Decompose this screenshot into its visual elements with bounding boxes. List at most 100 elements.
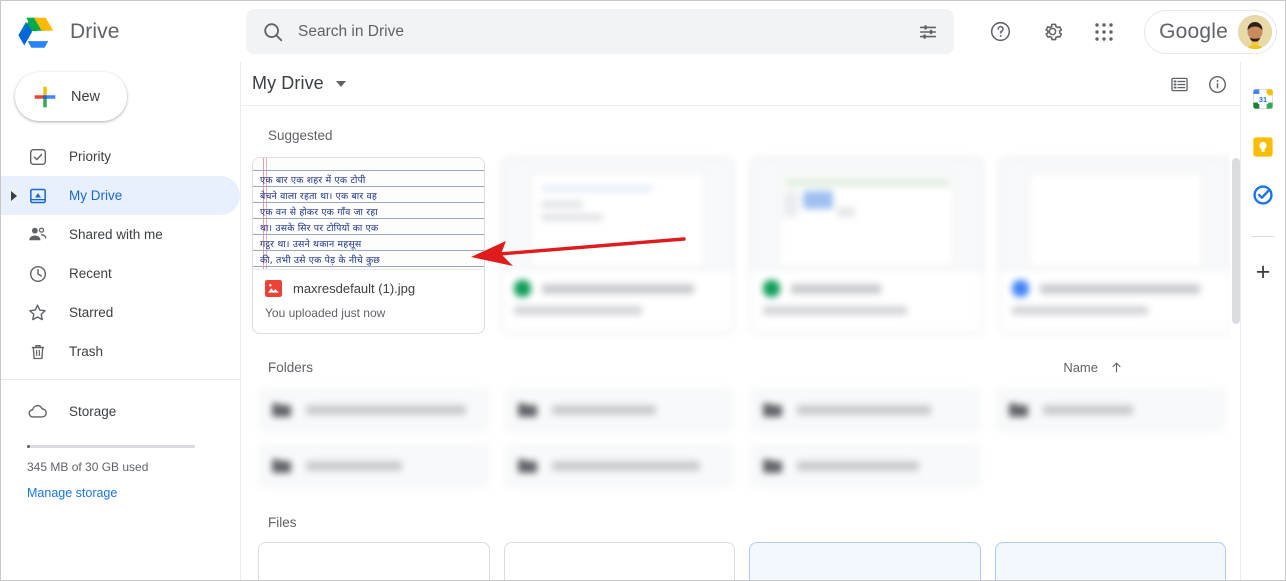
folder-item[interactable]	[994, 387, 1226, 433]
expand-my-drive-caret-icon[interactable]	[11, 190, 17, 201]
sidebar-item-recent[interactable]: Recent	[1, 254, 240, 293]
google-calendar-icon[interactable]: 31	[1252, 88, 1274, 110]
suggested-card[interactable]	[750, 157, 983, 334]
file-card[interactable]	[994, 542, 1226, 580]
clock-icon	[27, 263, 48, 284]
handwritten-line: गट्ठर था। उसने थकान महसूस	[260, 239, 362, 250]
suggested-card[interactable]	[999, 157, 1232, 334]
notebook-rule	[253, 170, 484, 171]
folders-header: Folders Name	[268, 360, 1216, 375]
sidebar-item-shared-with-me[interactable]: Shared with me	[1, 215, 240, 254]
handwritten-line: एक वन से होकर एक गाँव जा रहा	[260, 207, 378, 218]
notebook-rule	[253, 266, 484, 267]
spreadsheet-preview	[779, 172, 954, 268]
google-apps-button[interactable]	[1084, 12, 1124, 52]
sidebar-divider	[1, 379, 241, 380]
account-chip[interactable]: Google	[1144, 9, 1277, 54]
card-meta	[1000, 270, 1231, 315]
folders-section-title: Folders	[268, 360, 314, 375]
card-subtitle: You uploaded just now	[265, 306, 386, 320]
notebook-rule	[253, 218, 484, 219]
google-keep-icon[interactable]	[1252, 136, 1274, 158]
notebook-rule	[253, 250, 484, 251]
folder-icon	[763, 459, 782, 473]
card-meta	[502, 270, 733, 315]
storage-progress-bar	[27, 445, 195, 448]
sidebar-item-my-drive[interactable]: My Drive	[1, 176, 240, 215]
card-file-name: maxresdefault (1).jpg	[293, 281, 416, 296]
new-button[interactable]: New	[15, 72, 127, 121]
file-card[interactable]	[749, 542, 981, 580]
account-avatar-icon	[1238, 14, 1272, 49]
folder-grid-spacer	[995, 443, 1227, 489]
folder-item[interactable]	[749, 443, 981, 489]
folder-item[interactable]	[503, 443, 735, 489]
add-app-button[interactable]: +	[1252, 259, 1274, 284]
sheets-file-icon	[763, 280, 780, 297]
folder-item[interactable]	[749, 387, 981, 433]
sidebar-item-label: Trash	[69, 344, 104, 359]
rail-divider	[1252, 236, 1274, 237]
card-thumbnail: एक बार एक शहर में एक टोपी बेचने वाला रहत…	[253, 158, 484, 270]
google-drive-window: Drive Search in Drive Google New Priorit…	[0, 0, 1286, 581]
notebook-rule	[253, 234, 484, 235]
avatar[interactable]	[1238, 14, 1272, 49]
suggested-card[interactable]	[501, 157, 734, 334]
gear-icon	[1044, 23, 1062, 41]
app-title: Drive	[70, 19, 120, 43]
breadcrumb[interactable]: My Drive	[252, 73, 324, 94]
scrollbar-thumb[interactable]	[1232, 158, 1240, 324]
handwritten-line: था। उसके सिर पर टोपियों का एक	[260, 223, 379, 234]
help-button[interactable]	[980, 12, 1020, 52]
settings-button[interactable]	[1032, 12, 1072, 52]
search-options-button[interactable]	[906, 10, 950, 54]
sidebar-item-label: Shared with me	[69, 227, 163, 242]
google-tasks-icon[interactable]	[1252, 184, 1274, 206]
card-file-name	[1040, 283, 1200, 294]
storage-used-text: 345 MB of 30 GB used	[27, 460, 149, 474]
drive-brand[interactable]: Drive	[18, 14, 218, 50]
chevron-down-icon[interactable]	[335, 80, 346, 87]
sidebar-item-label: Priority	[69, 149, 112, 164]
folder-item[interactable]	[258, 443, 490, 489]
folder-item[interactable]	[258, 387, 490, 433]
folder-name	[797, 461, 919, 471]
document-preview	[1028, 172, 1203, 268]
folder-icon	[1008, 403, 1028, 417]
sidebar-item-trash[interactable]: Trash	[1, 332, 240, 371]
folder-item[interactable]	[503, 387, 735, 433]
card-subtitle	[763, 306, 907, 315]
file-card[interactable]	[258, 542, 490, 580]
folder-name	[306, 461, 402, 471]
manage-storage-link[interactable]: Manage storage	[27, 486, 240, 500]
folder-icon	[517, 459, 537, 473]
files-grid	[258, 542, 1226, 580]
sort-label: Name	[1063, 360, 1098, 375]
search-options-tune-icon	[919, 24, 937, 39]
storage-progress-fill	[27, 445, 30, 448]
top-bar-actions: Google	[974, 1, 1277, 62]
file-card[interactable]	[503, 542, 735, 580]
search-input[interactable]	[298, 9, 906, 54]
sidebar-item-starred[interactable]: Starred	[1, 293, 240, 332]
sheets-file-icon	[514, 280, 531, 297]
google-drive-logo-icon	[18, 17, 54, 48]
sidebar: New Priority My Drive Shared with me Rec…	[1, 62, 241, 580]
list-view-button[interactable]	[1160, 65, 1198, 103]
card-file-name	[791, 283, 881, 294]
sidebar-item-priority[interactable]: Priority	[1, 137, 240, 176]
notebook-rule	[253, 202, 484, 203]
arrow-up-icon	[1112, 362, 1121, 373]
folder-icon	[517, 403, 537, 417]
docs-file-icon	[1012, 280, 1029, 297]
suggested-card[interactable]: एक बार एक शहर में एक टोपी बेचने वाला रहत…	[252, 157, 485, 334]
sidebar-item-storage[interactable]: Storage	[1, 392, 240, 431]
image-file-icon	[265, 280, 282, 297]
top-app-bar: Drive Search in Drive Google	[1, 1, 1285, 62]
notebook-rule	[253, 186, 484, 187]
search-bar[interactable]	[246, 9, 954, 54]
sort-control[interactable]: Name	[1063, 360, 1124, 375]
details-button[interactable]	[1198, 65, 1236, 103]
card-thumbnail	[1000, 158, 1231, 270]
card-file-name	[542, 283, 694, 294]
